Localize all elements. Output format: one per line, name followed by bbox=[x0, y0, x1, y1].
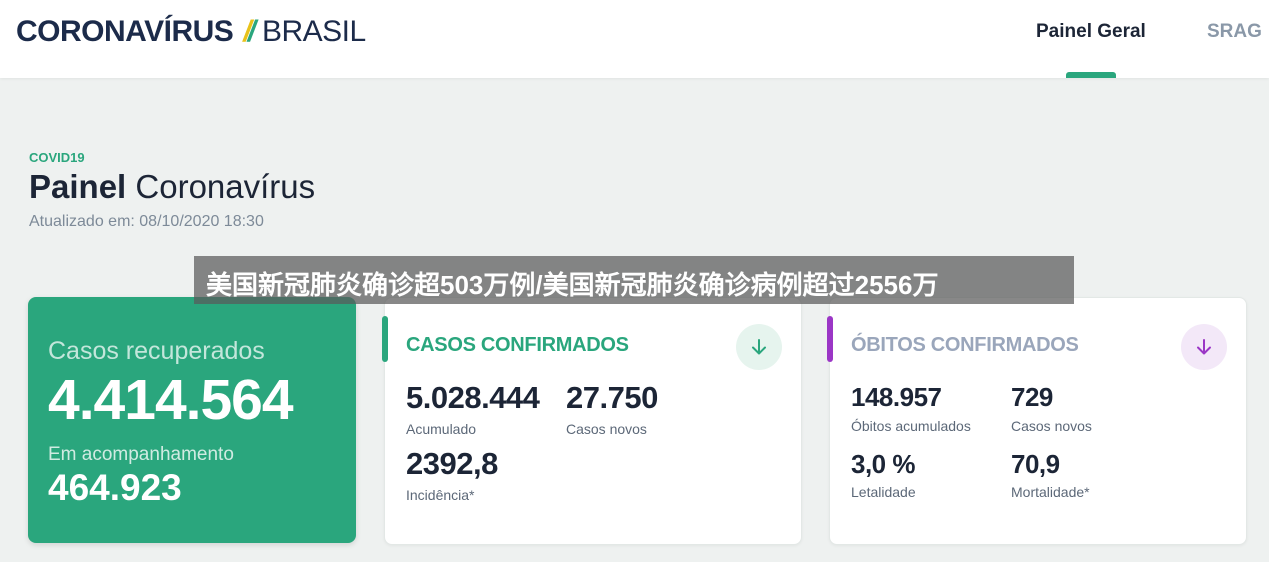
page-title: Painel Coronavírus bbox=[29, 168, 315, 206]
confirmed-cases-card: CASOS CONFIRMADOS 5.028.444 Acumulado 27… bbox=[382, 297, 802, 545]
deaths-mortality-label: Mortalidade* bbox=[1011, 484, 1090, 500]
page-title-rest: Coronavírus bbox=[135, 168, 316, 205]
deaths-new-value: 729 bbox=[1011, 382, 1053, 412]
deaths-lethality-label: Letalidade bbox=[851, 484, 916, 500]
confirmed-new-value: 27.750 bbox=[566, 380, 658, 415]
confirmed-new-label: Casos novos bbox=[566, 421, 647, 437]
deaths-card: ÓBITOS CONFIRMADOS 148.957 Óbitos acumul… bbox=[827, 297, 1247, 545]
deaths-title: ÓBITOS CONFIRMADOS bbox=[851, 334, 1079, 356]
deaths-accumulated-label: Óbitos acumulados bbox=[851, 418, 971, 434]
confirmed-title: CASOS CONFIRMADOS bbox=[406, 334, 629, 356]
deaths-accumulated-value: 148.957 bbox=[851, 382, 942, 412]
recovered-label: Casos recuperados bbox=[48, 337, 265, 365]
confirmed-incidence-value: 2392,8 bbox=[406, 446, 498, 481]
confirmed-accent-bar bbox=[382, 316, 388, 362]
followup-label: Em acompanhamento bbox=[48, 444, 234, 465]
caption-overlay: 美国新冠肺炎确诊超503万例/美国新冠肺炎确诊病例超过2556万 bbox=[194, 256, 1074, 304]
logo-slashes-icon: // bbox=[243, 15, 256, 48]
followup-value: 464.923 bbox=[48, 467, 182, 508]
confirmed-incidence-label: Incidência* bbox=[406, 487, 475, 503]
confirmed-accumulated-value: 5.028.444 bbox=[406, 380, 540, 415]
deaths-accent-bar bbox=[827, 316, 833, 362]
caption-overlay-text: 美国新冠肺炎确诊超503万例/美国新冠肺炎确诊病例超过2556万 bbox=[206, 270, 939, 300]
top-header: CORONAVÍRUS // BRASIL Painel Geral SRAG bbox=[0, 0, 1269, 78]
site-logo[interactable]: CORONAVÍRUS // BRASIL bbox=[16, 14, 366, 50]
deaths-lethality-value: 3,0 % bbox=[851, 449, 916, 479]
recovered-card: Casos recuperados 4.414.564 Em acompanha… bbox=[28, 297, 356, 543]
page-title-bold: Painel bbox=[29, 168, 127, 205]
recovered-value: 4.414.564 bbox=[48, 368, 294, 432]
deaths-expand-button[interactable] bbox=[1181, 324, 1227, 370]
arrow-down-icon bbox=[1197, 339, 1211, 355]
deaths-mortality-value: 70,9 bbox=[1011, 449, 1060, 479]
nav-srag[interactable]: SRAG bbox=[1207, 20, 1262, 44]
page-kicker: COVID19 bbox=[29, 150, 85, 165]
deaths-new-label: Casos novos bbox=[1011, 418, 1092, 434]
nav-painel-geral[interactable]: Painel Geral bbox=[1036, 20, 1146, 44]
confirmed-expand-button[interactable] bbox=[736, 324, 782, 370]
updated-timestamp: Atualizado em: 08/10/2020 18:30 bbox=[29, 213, 264, 230]
arrow-down-icon bbox=[752, 339, 766, 355]
logo-sub-text: BRASIL bbox=[261, 15, 366, 48]
nav-active-indicator bbox=[1066, 72, 1116, 78]
logo-main-text: CORONAVÍRUS bbox=[16, 15, 234, 48]
confirmed-accumulated-label: Acumulado bbox=[406, 421, 477, 437]
